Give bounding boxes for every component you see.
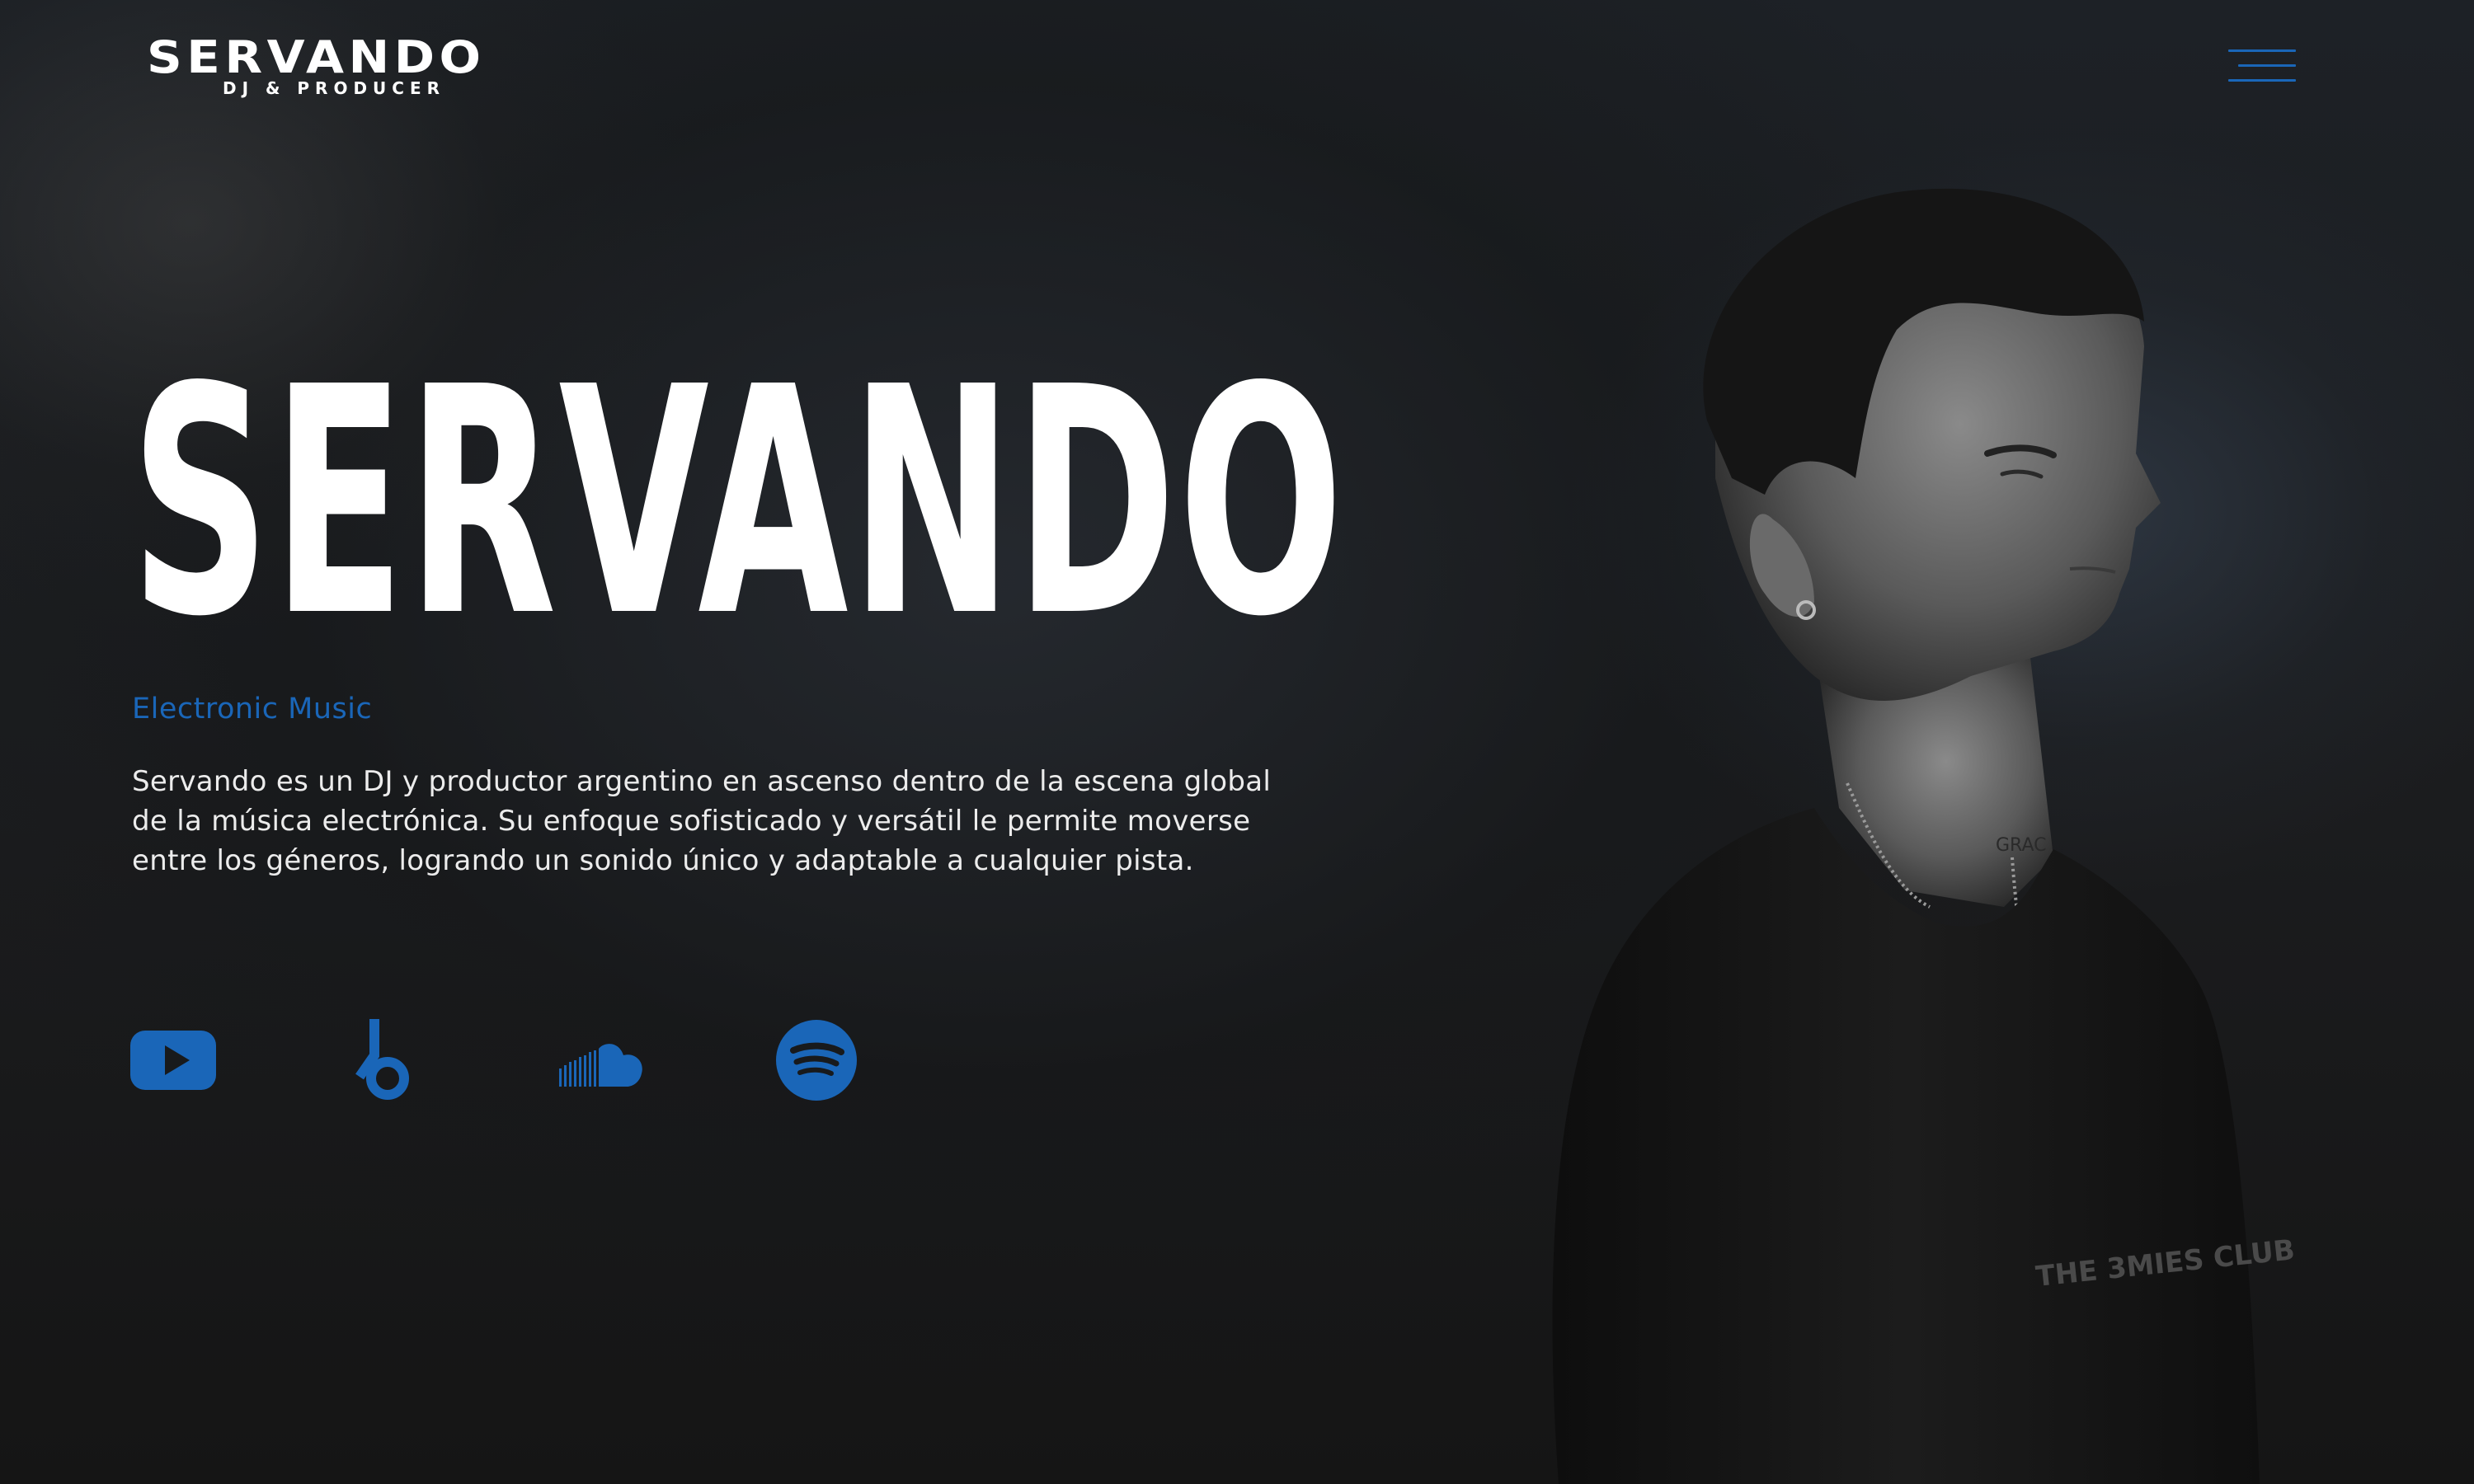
spotify-link[interactable] (774, 1019, 859, 1101)
hero-tagline: Electronic Music (132, 693, 373, 726)
soundcloud-icon (559, 1044, 642, 1087)
logo-wordmark: SERVANDO (147, 31, 486, 83)
site-logo[interactable]: SERVANDO DJ & PRODUCER (147, 33, 529, 99)
menu-line (2238, 64, 2296, 67)
youtube-link[interactable] (130, 1019, 216, 1101)
neck-tattoo: GRAC (1996, 835, 2046, 856)
hero-title: SERVANDO (130, 320, 1346, 685)
soundcloud-link[interactable] (559, 1019, 645, 1101)
spotify-icon (776, 1020, 857, 1101)
beatport-icon (355, 1019, 409, 1100)
hero-bio: Servando es un DJ y productor argentino … (132, 765, 1272, 877)
menu-line (2228, 79, 2296, 82)
menu-line (2228, 49, 2296, 52)
artist-portrait: GRAC THE 3MIES CLUB (1552, 188, 2297, 1484)
beatport-link[interactable] (353, 1019, 421, 1101)
youtube-icon (130, 1031, 216, 1090)
hamburger-menu-icon[interactable] (2228, 48, 2296, 84)
hero-page: SERVANDO DJ & PRODUCER SERVANDO Electron… (0, 0, 2474, 1484)
